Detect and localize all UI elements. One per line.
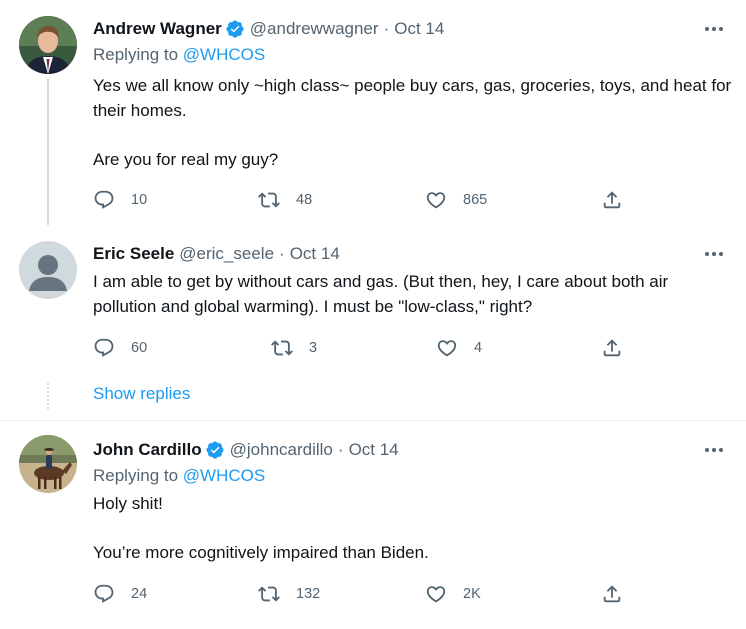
avatar[interactable] <box>19 16 77 74</box>
replying-prefix: Replying to <box>93 466 179 485</box>
separator-dot: · <box>279 244 285 263</box>
tweet-date[interactable]: Oct 14 <box>349 440 399 460</box>
display-name[interactable]: Eric Seele <box>93 244 174 264</box>
retweet-button[interactable]: 3 <box>271 336 317 360</box>
share-icon <box>603 339 621 357</box>
avatar[interactable] <box>19 435 77 493</box>
retweet-button[interactable]: 132 <box>258 582 320 606</box>
share-button[interactable] <box>601 188 623 212</box>
more-options-icon[interactable] <box>701 438 727 462</box>
show-replies-link[interactable]: Show replies <box>93 384 190 404</box>
replying-mention-link[interactable]: @WHCOS <box>183 45 265 64</box>
reply-button[interactable]: 24 <box>93 582 147 606</box>
heart-icon <box>426 586 446 603</box>
retweet-icon <box>271 340 293 356</box>
thread-gap-dots <box>47 383 49 409</box>
tweet-actions: 60 3 4 <box>93 336 633 360</box>
tweet-paragraph: I am able to get by without cars and gas… <box>93 272 669 316</box>
reply-button[interactable]: 10 <box>93 188 147 212</box>
replying-prefix: Replying to <box>93 45 179 64</box>
heart-icon <box>437 340 457 357</box>
tweet[interactable]: John Cardillo @johncardillo · Oct 14 Rep… <box>0 421 746 629</box>
reply-count: 24 <box>131 586 148 602</box>
user-handle[interactable]: @eric_seele <box>179 244 274 264</box>
tweet-actions: 24 132 2K <box>93 582 633 606</box>
tweet-date[interactable]: Oct 14 <box>394 19 444 39</box>
like-count: 4 <box>474 340 483 356</box>
tweet-date[interactable]: Oct 14 <box>290 244 340 264</box>
tweet-text: I am able to get by without cars and gas… <box>93 270 733 319</box>
retweet-count: 132 <box>296 586 321 602</box>
tweet-paragraph: You’re more cognitively impaired than Bi… <box>93 543 429 562</box>
retweet-icon <box>258 586 280 602</box>
share-button[interactable] <box>601 336 623 360</box>
share-icon <box>603 191 621 209</box>
verified-badge-icon <box>225 19 245 39</box>
separator-dot: · <box>383 19 390 38</box>
thread-line <box>47 79 49 225</box>
tweet-text: Yes we all know only ~high class~ people… <box>93 74 733 172</box>
retweet-button[interactable]: 48 <box>258 188 312 212</box>
tweet[interactable]: Andrew Wagner @andrewwagner · Oct 14 Rep… <box>0 0 746 225</box>
tweet-paragraph: Are you for real my guy? <box>93 149 279 169</box>
reply-icon <box>94 584 114 603</box>
user-handle[interactable]: @johncardillo <box>230 440 333 460</box>
tweet-header: Andrew Wagner @andrewwagner · Oct 14 <box>93 17 444 41</box>
tweet-actions: 10 48 865 <box>93 188 633 212</box>
like-button[interactable]: 865 <box>425 188 487 212</box>
like-count: 2K <box>463 586 481 602</box>
like-button[interactable]: 4 <box>436 336 482 360</box>
display-name[interactable]: John Cardillo <box>93 440 202 460</box>
tweet-text: Holy shit! You’re more cognitively impai… <box>93 492 733 566</box>
tweet-header: John Cardillo @johncardillo · Oct 14 <box>93 438 399 462</box>
replying-mention-link[interactable]: @WHCOS <box>183 466 265 485</box>
retweet-icon <box>258 192 280 208</box>
reply-icon <box>94 338 114 357</box>
reply-count: 10 <box>131 192 148 208</box>
reply-button[interactable]: 60 <box>93 336 147 360</box>
like-button[interactable]: 2K <box>425 582 481 606</box>
verified-badge-icon <box>205 440 225 460</box>
user-handle[interactable]: @andrewwagner <box>250 19 379 39</box>
more-options-icon[interactable] <box>701 17 727 41</box>
more-options-icon[interactable] <box>701 242 727 266</box>
separator-dot: · <box>337 440 344 459</box>
heart-icon <box>426 192 446 209</box>
reply-count: 60 <box>131 340 148 356</box>
reply-icon <box>94 190 114 209</box>
replying-to: Replying to @WHCOS <box>93 45 265 65</box>
share-icon <box>603 585 621 603</box>
retweet-count: 3 <box>309 340 318 356</box>
replying-to: Replying to @WHCOS <box>93 466 265 486</box>
like-count: 865 <box>463 192 488 208</box>
display-name[interactable]: Andrew Wagner <box>93 19 222 39</box>
share-button[interactable] <box>601 582 623 606</box>
tweet-paragraph: Holy shit! <box>93 494 163 513</box>
tweet-header: Eric Seele @eric_seele · Oct 14 <box>93 242 340 266</box>
avatar[interactable] <box>19 241 77 299</box>
tweet-paragraph: Yes we all know only ~high class~ people… <box>93 76 732 120</box>
retweet-count: 48 <box>296 192 313 208</box>
